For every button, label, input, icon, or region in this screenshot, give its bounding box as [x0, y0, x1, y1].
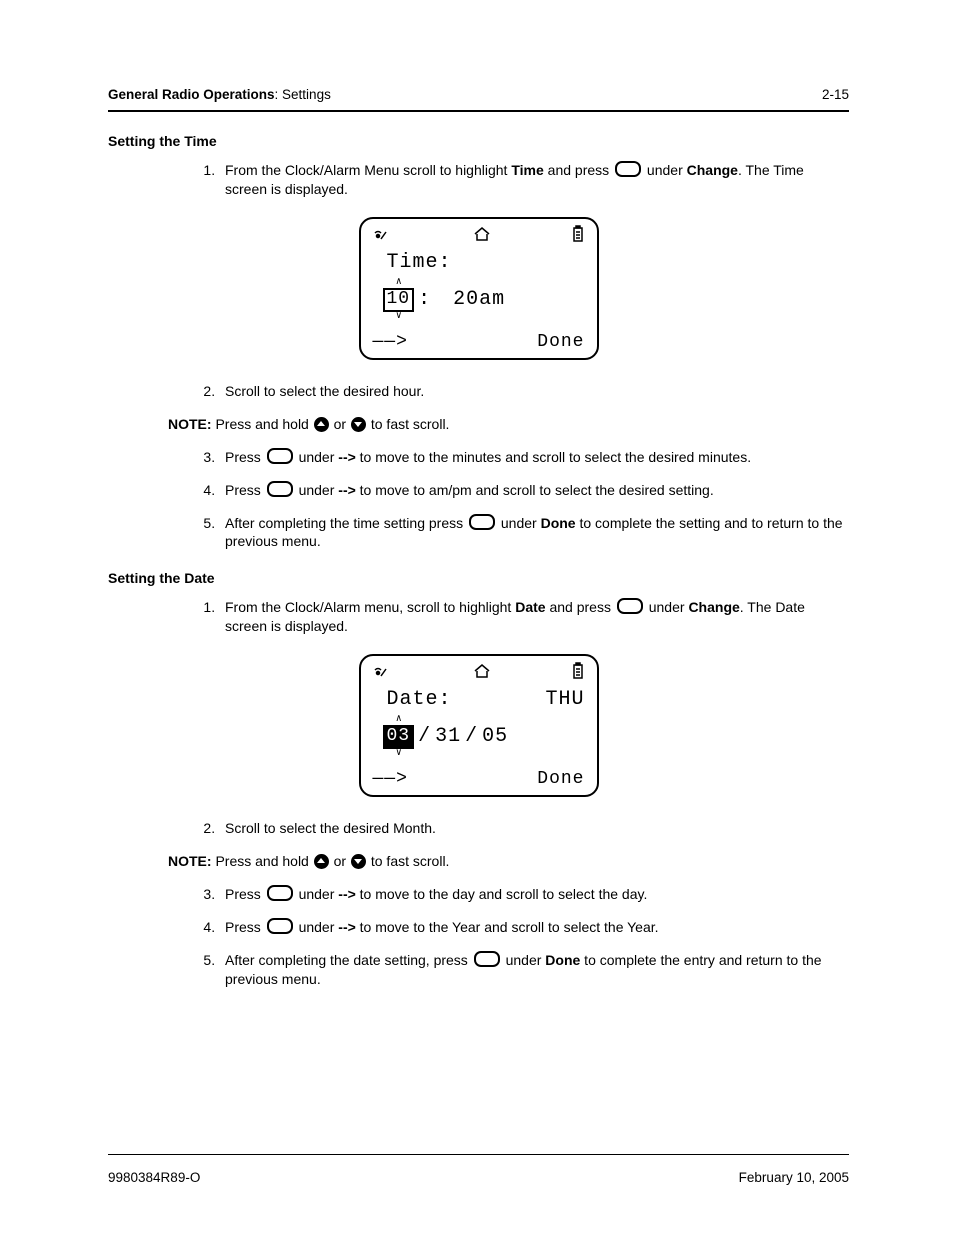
footer-rule-wrap: [108, 1148, 849, 1165]
date-steps-cont2: Press under --> to move to the day and s…: [193, 885, 849, 989]
time-step-2: Scroll to select the desired hour.: [219, 382, 849, 401]
lcd-dow: THU: [545, 686, 584, 713]
softkey-left: ——>: [373, 330, 408, 354]
lcd-softkeys: ——> Done: [371, 765, 587, 791]
hour-value: 10: [383, 288, 415, 312]
time-note: NOTE: Press and hold or to fast scroll.: [168, 415, 849, 434]
date-step-3: Press under --> to move to the day and s…: [219, 885, 849, 904]
lcd-value-row: ∧ 03 ∨ / 31 / 05: [371, 715, 587, 765]
date-step-1: From the Clock/Alarm menu, scroll to hig…: [219, 598, 849, 636]
header-page-number: 2-15: [822, 86, 849, 104]
signal-icon: [373, 664, 393, 678]
down-caret-icon: ∨: [396, 749, 401, 759]
up-caret-icon: ∧: [396, 715, 401, 725]
lcd-label-row: Time:: [371, 245, 587, 278]
time-step-1: From the Clock/Alarm Menu scroll to high…: [219, 161, 849, 199]
home-icon: [473, 227, 491, 241]
day-value: 31: [435, 723, 461, 750]
lcd-date-label: Date:: [387, 686, 452, 713]
date-step-2: Scroll to select the desired Month.: [219, 819, 849, 838]
time-steps: From the Clock/Alarm Menu scroll to high…: [193, 161, 849, 199]
header-left: General Radio Operations: Settings: [108, 86, 331, 104]
battery-icon: [571, 662, 585, 680]
hour-selector: ∧ 10 ∨: [383, 278, 415, 322]
down-caret-icon: ∨: [396, 312, 401, 322]
note-label: NOTE:: [168, 853, 212, 869]
running-header: General Radio Operations: Settings 2-15: [108, 86, 849, 104]
footer-doc-id: 9980384R89-O: [108, 1169, 200, 1187]
softkey-icon: [267, 448, 293, 464]
month-value: 03: [383, 725, 415, 749]
home-icon: [473, 664, 491, 678]
softkey-icon: [615, 161, 641, 177]
time-step-4: Press under --> to move to am/pm and scr…: [219, 481, 849, 500]
date-sep: /: [418, 723, 431, 750]
date-sep: /: [465, 723, 478, 750]
up-caret-icon: ∧: [396, 278, 401, 288]
lcd-icon-row: [371, 225, 587, 245]
time-steps-cont2: Press under --> to move to the minutes a…: [193, 448, 849, 552]
time-rest: 20am: [453, 286, 505, 313]
softkey-icon: [469, 514, 495, 530]
section-title-time: Setting the Time: [108, 132, 849, 151]
time-colon: :: [418, 286, 431, 313]
lcd-softkeys: ——> Done: [371, 328, 587, 354]
time-step-5: After completing the time setting press …: [219, 514, 849, 552]
date-steps-cont: Scroll to select the desired Month.: [193, 819, 849, 838]
header-section-rest: : Settings: [275, 87, 331, 102]
up-button-icon: [314, 854, 329, 869]
time-lcd: Time: ∧ 10 ∨ : 20am ——> Done: [359, 217, 599, 360]
page: General Radio Operations: Settings 2-15 …: [0, 0, 954, 1235]
down-button-icon: [351, 417, 366, 432]
lcd-icon-row: [371, 662, 587, 682]
softkey-right: Done: [537, 330, 584, 354]
year-value: 05: [482, 723, 508, 750]
lcd-time-label: Time:: [387, 249, 452, 276]
section-title-date: Setting the Date: [108, 569, 849, 588]
softkey-right: Done: [537, 767, 584, 791]
softkey-icon: [474, 951, 500, 967]
time-lcd-figure: Time: ∧ 10 ∨ : 20am ——> Done: [108, 217, 849, 360]
softkey-icon: [267, 885, 293, 901]
header-section-bold: General Radio Operations: [108, 87, 275, 102]
date-step-4: Press under --> to move to the Year and …: [219, 918, 849, 937]
date-note: NOTE: Press and hold or to fast scroll.: [168, 852, 849, 871]
date-lcd: Date: THU ∧ 03 ∨ / 31 / 05 ——> Done: [359, 654, 599, 797]
running-footer: 9980384R89-O February 10, 2005: [108, 1169, 849, 1187]
date-lcd-figure: Date: THU ∧ 03 ∨ / 31 / 05 ——> Done: [108, 654, 849, 797]
up-button-icon: [314, 417, 329, 432]
header-rule: [108, 110, 849, 112]
note-label: NOTE:: [168, 416, 212, 432]
lcd-label-row: Date: THU: [371, 682, 587, 715]
footer-date: February 10, 2005: [739, 1169, 849, 1187]
softkey-left: ——>: [373, 767, 408, 791]
lcd-value-row: ∧ 10 ∨ : 20am: [371, 278, 587, 328]
time-steps-cont: Scroll to select the desired hour.: [193, 382, 849, 401]
battery-icon: [571, 225, 585, 243]
month-selector: ∧ 03 ∨: [383, 715, 415, 759]
date-step-5: After completing the date setting, press…: [219, 951, 849, 989]
softkey-icon: [617, 598, 643, 614]
softkey-icon: [267, 481, 293, 497]
time-step-3: Press under --> to move to the minutes a…: [219, 448, 849, 467]
softkey-icon: [267, 918, 293, 934]
signal-icon: [373, 227, 393, 241]
footer-rule: [108, 1154, 849, 1155]
date-steps: From the Clock/Alarm menu, scroll to hig…: [193, 598, 849, 636]
down-button-icon: [351, 854, 366, 869]
